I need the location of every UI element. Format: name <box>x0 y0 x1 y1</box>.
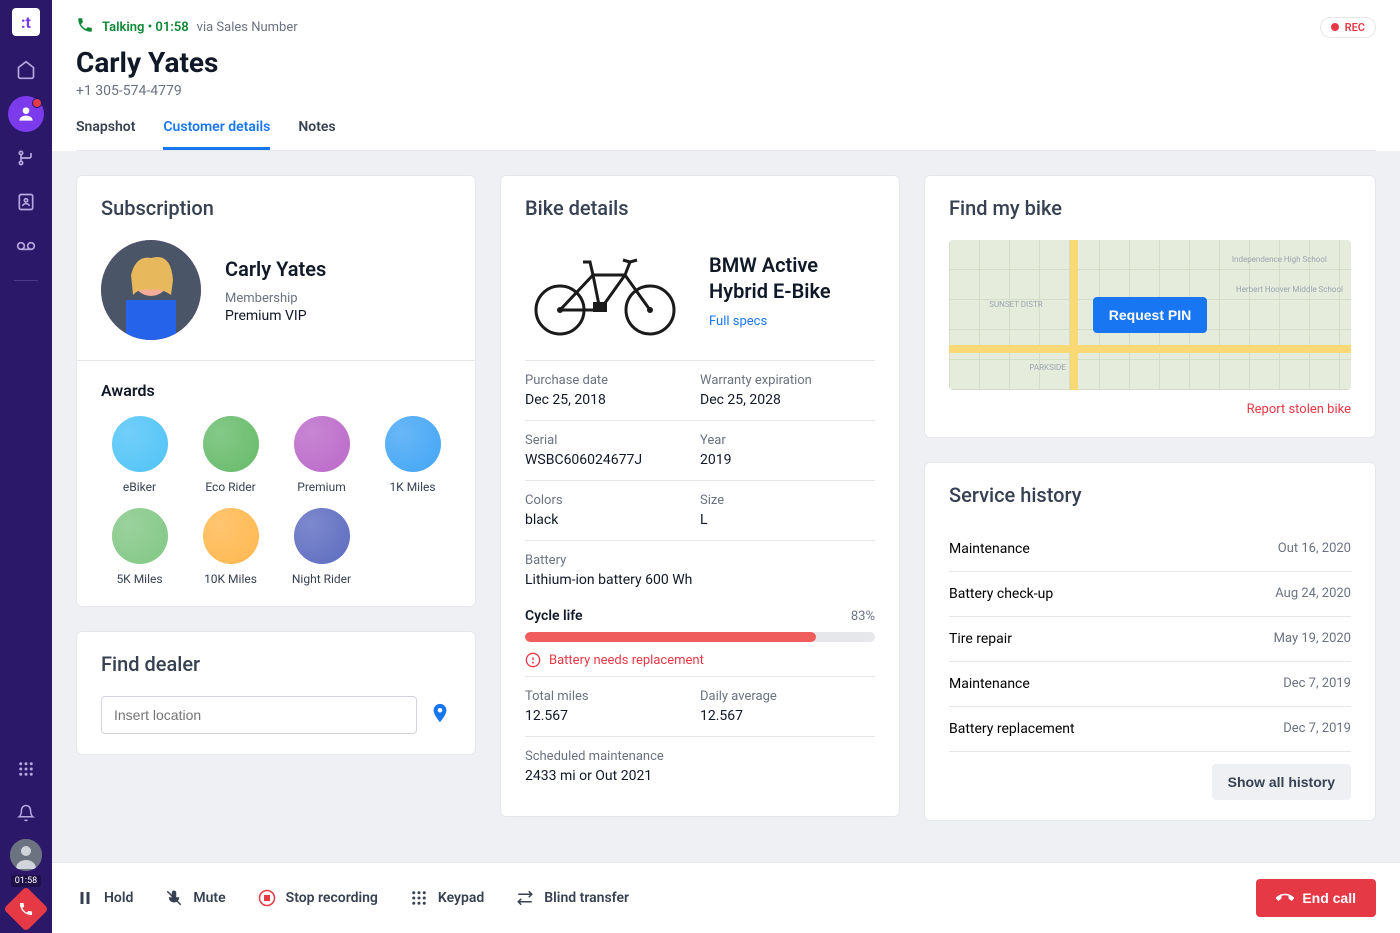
daily-avg-label: Daily average <box>700 689 875 704</box>
find-dealer-title: Find dealer <box>101 652 451 676</box>
bike-details-title: Bike details <box>525 196 875 220</box>
tab-snapshot[interactable]: Snapshot <box>76 119 135 150</box>
service-history-title: Service history <box>949 483 1351 507</box>
hold-button[interactable]: Hold <box>76 889 133 907</box>
apps-icon[interactable] <box>8 751 44 787</box>
scheduled-value: 2433 mi or Out 2021 <box>525 768 875 784</box>
app-logo[interactable]: :t <box>12 8 40 36</box>
size-label: Size <box>700 493 875 508</box>
award-badge: 10K Miles <box>192 508 269 586</box>
award-badge: Premium <box>283 416 360 494</box>
customer-name: Carly Yates <box>76 46 1376 79</box>
purchase-date-value: Dec 25, 2018 <box>525 392 700 408</box>
daily-avg-value: 12.567 <box>700 708 875 724</box>
serial-value: WSBC606024677J <box>525 452 700 468</box>
call-status-text: Talking • 01:58 <box>102 20 189 35</box>
blind-transfer-button[interactable]: Blind transfer <box>516 889 629 907</box>
mute-button[interactable]: Mute <box>165 889 225 907</box>
keypad-button[interactable]: Keypad <box>410 889 484 907</box>
customer-phone: +1 305-574-4779 <box>76 83 1376 99</box>
voicemail-icon[interactable] <box>8 228 44 264</box>
find-dealer-card: Find dealer <box>76 631 476 755</box>
tab-notes[interactable]: Notes <box>298 119 335 150</box>
show-all-history-button[interactable]: Show all history <box>1212 764 1351 800</box>
flow-icon[interactable] <box>8 140 44 176</box>
total-miles-label: Total miles <box>525 689 700 704</box>
year-value: 2019 <box>700 452 875 468</box>
stop-recording-button[interactable]: Stop recording <box>258 889 378 907</box>
award-badge: 5K Miles <box>101 508 178 586</box>
agent-icon[interactable] <box>8 96 44 132</box>
history-row[interactable]: Battery check-upAug 24, 2020 <box>949 572 1351 617</box>
award-badge: Eco Rider <box>192 416 269 494</box>
bike-name: BMW Active Hybrid E-Bike <box>709 252 875 304</box>
rec-badge: REC <box>1320 17 1376 38</box>
award-badge: Night Rider <box>283 508 360 586</box>
membership-label: Membership <box>225 291 326 306</box>
awards-title: Awards <box>101 381 451 400</box>
cycle-life-progress <box>525 632 875 642</box>
sidebar-endcall-button[interactable] <box>3 886 48 931</box>
subscriber-name: Carly Yates <box>225 257 326 281</box>
subscription-card: Subscription Carly Yates Membership Prem… <box>76 175 476 607</box>
battery-value: Lithium-ion battery 600 Wh <box>525 572 875 588</box>
sidebar-nav: :t 01:58 <box>0 0 52 933</box>
year-label: Year <box>700 433 875 448</box>
subscription-title: Subscription <box>101 196 451 220</box>
phone-icon <box>76 16 94 38</box>
report-stolen-link[interactable]: Report stolen bike <box>949 402 1351 417</box>
bike-image <box>525 240 685 340</box>
award-badge: 1K Miles <box>374 416 451 494</box>
location-pin-icon[interactable] <box>429 702 451 728</box>
notifications-icon[interactable] <box>8 795 44 831</box>
award-badge: eBiker <box>101 416 178 494</box>
warranty-value: Dec 25, 2028 <box>700 392 875 408</box>
purchase-date-label: Purchase date <box>525 373 700 388</box>
call-controls-footer: Hold Mute Stop recording Keypad Blind tr… <box>52 862 1400 933</box>
scheduled-label: Scheduled maintenance <box>525 749 875 764</box>
find-bike-title: Find my bike <box>949 196 1351 220</box>
colors-label: Colors <box>525 493 700 508</box>
service-history-card: Service history MaintenanceOut 16, 2020B… <box>924 462 1376 821</box>
battery-warning: Battery needs replacement <box>525 652 875 668</box>
full-specs-link[interactable]: Full specs <box>709 314 767 329</box>
tab-customer-details[interactable]: Customer details <box>163 119 270 150</box>
call-timer: 01:58 <box>11 875 41 887</box>
history-row[interactable]: MaintenanceOut 16, 2020 <box>949 527 1351 572</box>
serial-label: Serial <box>525 433 700 448</box>
history-row[interactable]: Tire repairMay 19, 2020 <box>949 617 1351 662</box>
map-area[interactable]: SUNSET DISTR PARKSIDE Independence High … <box>949 240 1351 390</box>
home-icon[interactable] <box>8 52 44 88</box>
history-row[interactable]: Battery replacementDec 7, 2019 <box>949 707 1351 752</box>
total-miles-value: 12.567 <box>525 708 700 724</box>
request-pin-button[interactable]: Request PIN <box>1093 297 1207 333</box>
colors-value: black <box>525 512 700 528</box>
contacts-icon[interactable] <box>8 184 44 220</box>
end-call-button[interactable]: End call <box>1256 879 1376 917</box>
bike-details-card: Bike details BMW Active Hybrid E-Bike Fu… <box>500 175 900 817</box>
cycle-life-label: Cycle life <box>525 608 583 624</box>
customer-avatar <box>101 240 201 340</box>
size-value: L <box>700 512 875 528</box>
membership-value: Premium VIP <box>225 308 326 324</box>
header: Talking • 01:58 via Sales Number REC Car… <box>52 0 1400 151</box>
warranty-label: Warranty expiration <box>700 373 875 388</box>
user-avatar[interactable] <box>10 839 42 871</box>
cycle-life-pct: 83% <box>851 609 875 624</box>
dealer-location-input[interactable] <box>101 696 417 734</box>
history-row[interactable]: MaintenanceDec 7, 2019 <box>949 662 1351 707</box>
find-bike-card: Find my bike SUNSET DISTR PARKSIDE Indep… <box>924 175 1376 438</box>
via-text: via Sales Number <box>197 20 298 35</box>
battery-label: Battery <box>525 553 875 568</box>
